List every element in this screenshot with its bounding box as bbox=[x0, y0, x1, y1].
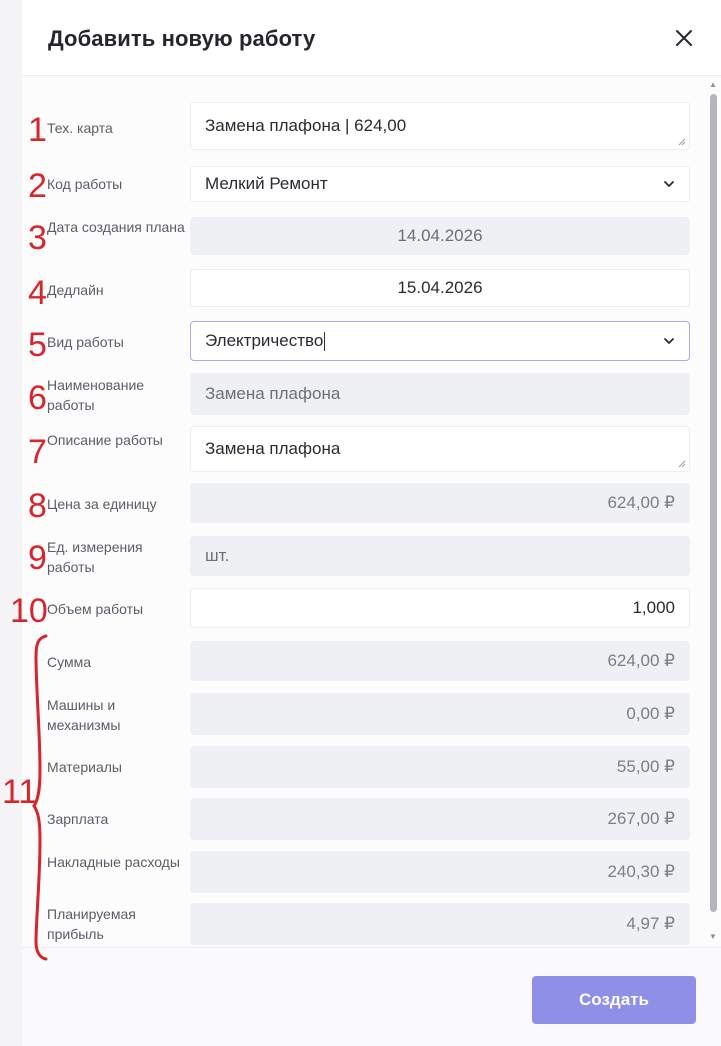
sum-field: 624,00 ₽ bbox=[190, 641, 690, 681]
dialog-body: Тех. карта Замена плафона | 624,00 Код р… bbox=[22, 77, 721, 947]
add-work-dialog: Добавить новую работу Тех. карта Замена … bbox=[22, 0, 721, 1046]
work-name-field: Замена плафона bbox=[190, 373, 690, 415]
overhead-value: 240,30 ₽ bbox=[607, 862, 675, 881]
chevron-down-icon bbox=[664, 338, 674, 344]
annotation-number-8: 8 bbox=[28, 487, 47, 525]
dialog-header: Добавить новую работу bbox=[22, 0, 721, 76]
label-materials: Материалы bbox=[47, 759, 122, 775]
work-volume-input[interactable]: 1,000 bbox=[190, 588, 690, 628]
sum-value: 624,00 ₽ bbox=[607, 651, 675, 670]
unit-price-field: 624,00 ₽ bbox=[190, 483, 690, 523]
unit-price-value: 624,00 ₽ bbox=[607, 493, 675, 512]
close-icon bbox=[676, 30, 692, 46]
resize-handle-icon[interactable] bbox=[678, 138, 686, 146]
unit-measure-field: шт. bbox=[190, 536, 690, 576]
dialog-title: Добавить новую работу bbox=[48, 26, 316, 51]
label-sum: Сумма bbox=[47, 654, 91, 670]
work-type-select[interactable]: Электричество bbox=[190, 321, 690, 361]
unit-measure-value: шт. bbox=[205, 546, 230, 565]
chevron-down-icon bbox=[664, 181, 674, 187]
planned-profit-field: 4,97 ₽ bbox=[190, 903, 690, 945]
overhead-field: 240,30 ₽ bbox=[190, 851, 690, 893]
label-work-code: Код работы bbox=[47, 176, 123, 192]
annotation-number-2: 2 bbox=[28, 167, 47, 205]
plan-date-field: 14.04.2026 bbox=[190, 217, 690, 255]
scroll-down-arrow-icon[interactable]: ▼ bbox=[709, 932, 717, 941]
annotation-number-5: 5 bbox=[28, 326, 47, 364]
deadline-input[interactable]: 15.04.2026 bbox=[190, 269, 690, 307]
tech-card-value: Замена плафона | 624,00 bbox=[205, 116, 407, 135]
salary-field: 267,00 ₽ bbox=[190, 798, 690, 840]
label-salary: Зарплата bbox=[47, 811, 109, 827]
resize-handle-icon[interactable] bbox=[678, 460, 686, 468]
annotation-number-7: 7 bbox=[28, 433, 47, 471]
label-tech-card: Тех. карта bbox=[47, 120, 113, 136]
machinery-field: 0,00 ₽ bbox=[190, 693, 690, 735]
label-unit-price: Цена за единицу bbox=[47, 496, 157, 512]
deadline-value: 15.04.2026 bbox=[397, 278, 483, 297]
tech-card-textarea[interactable]: Замена плафона | 624,00 bbox=[190, 102, 690, 150]
label-overhead: Накладные расходы bbox=[47, 854, 180, 870]
annotation-number-9: 9 bbox=[28, 539, 47, 577]
work-type-value: Электричество bbox=[205, 331, 324, 350]
plan-date-value: 14.04.2026 bbox=[397, 226, 483, 245]
work-volume-value: 1,000 bbox=[632, 598, 675, 617]
work-name-value: Замена плафона bbox=[205, 384, 341, 403]
label-deadline: Дедлайн bbox=[47, 282, 104, 298]
planned-profit-value: 4,97 ₽ bbox=[626, 914, 675, 933]
label-machinery: Машины и механизмы bbox=[47, 697, 121, 733]
work-code-select[interactable]: Мелкий Ремонт bbox=[190, 166, 690, 202]
materials-field: 55,00 ₽ bbox=[190, 746, 690, 788]
label-work-volume: Объем работы bbox=[47, 601, 144, 617]
scrollbar-thumb[interactable] bbox=[710, 94, 717, 912]
scroll-up-arrow-icon[interactable]: ▲ bbox=[709, 80, 717, 89]
work-description-textarea[interactable]: Замена плафона bbox=[190, 426, 690, 472]
salary-value: 267,00 ₽ bbox=[607, 809, 675, 828]
annotation-number-1: 1 bbox=[28, 111, 47, 149]
scrollbar[interactable]: ▲ ▼ bbox=[708, 80, 720, 946]
close-button[interactable] bbox=[670, 24, 698, 52]
text-cursor bbox=[324, 331, 326, 351]
annotation-number-3: 3 bbox=[28, 219, 47, 257]
label-planned-profit: Планируемая прибыль bbox=[47, 906, 136, 942]
annotation-number-10: 10 bbox=[10, 592, 48, 630]
machinery-value: 0,00 ₽ bbox=[626, 704, 675, 723]
label-unit-measure: Ед. измерения работы bbox=[47, 539, 143, 575]
work-code-value: Мелкий Ремонт bbox=[205, 174, 328, 193]
label-work-description: Описание работы bbox=[47, 432, 163, 448]
annotation-number-6: 6 bbox=[28, 379, 47, 417]
label-work-type: Вид работы bbox=[47, 334, 124, 350]
annotation-number-4: 4 bbox=[28, 274, 47, 312]
label-plan-date: Дата создания плана bbox=[47, 219, 185, 235]
annotation-brace bbox=[32, 634, 48, 961]
label-work-name: Наименование работы bbox=[47, 377, 145, 413]
materials-value: 55,00 ₽ bbox=[616, 757, 675, 776]
work-description-value: Замена плафона bbox=[205, 439, 341, 458]
create-button[interactable]: Создать bbox=[532, 976, 696, 1024]
